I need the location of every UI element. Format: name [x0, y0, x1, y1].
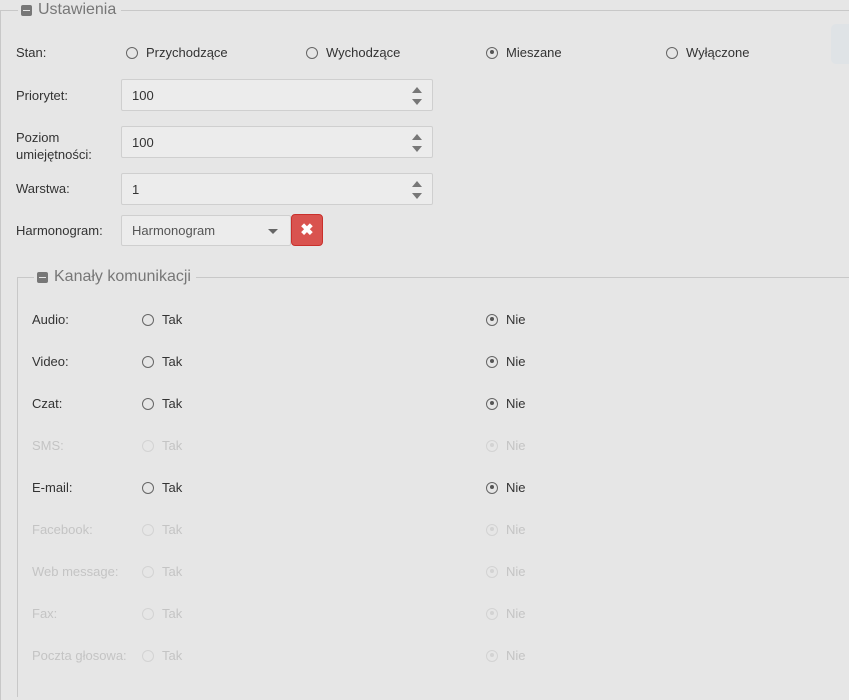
channel-czat-no[interactable]: Nie [486, 396, 526, 411]
channel-video-yes[interactable]: Tak [142, 354, 182, 369]
channel-web-message-yes[interactable]: Tak [142, 564, 182, 579]
channel-poczta-głosowa-no[interactable]: Nie [486, 648, 526, 663]
radio-icon[interactable] [142, 355, 154, 368]
radio-icon[interactable] [142, 439, 154, 452]
channel-facebook-no[interactable]: Nie [486, 522, 526, 537]
radio-icon[interactable] [142, 607, 154, 620]
times-icon: ✖ [300, 222, 314, 239]
radio-checked-icon[interactable] [486, 355, 498, 368]
spinner-icon[interactable] [412, 134, 422, 152]
channel-e-mail-yes[interactable]: Tak [142, 480, 182, 495]
radio-icon[interactable] [142, 523, 154, 536]
radio-checked-icon[interactable] [486, 607, 498, 620]
skill-label: Poziom umiejętności: [16, 130, 92, 162]
channel-label-facebook: Facebook: [32, 522, 93, 537]
channel-audio-yes[interactable]: Tak [142, 312, 182, 327]
state-option-mixed[interactable]: Mieszane [486, 45, 562, 60]
clear-schedule-button[interactable]: ✖ [291, 214, 323, 246]
radio-checked-icon[interactable] [486, 313, 498, 326]
radio-checked-icon[interactable] [486, 523, 498, 536]
channel-label-audio: Audio: [32, 312, 69, 327]
channel-sms-yes[interactable]: Tak [142, 438, 182, 453]
settings-legend-text: Ustawienia [38, 1, 117, 18]
layer-label: Warstwa: [16, 181, 70, 196]
radio-icon[interactable] [126, 46, 138, 59]
schedule-select[interactable]: Harmonogram [121, 215, 291, 246]
channel-label-sms: SMS: [32, 438, 64, 453]
channel-label-poczta-głosowa: Poczta głosowa: [32, 648, 127, 663]
radio-checked-icon[interactable] [486, 439, 498, 452]
channel-label-czat: Czat: [32, 396, 63, 411]
skill-level-input[interactable]: 100 [121, 126, 433, 158]
radio-icon[interactable] [142, 481, 154, 494]
radio-checked-icon[interactable] [486, 46, 498, 59]
radio-icon[interactable] [142, 649, 154, 662]
priority-input[interactable]: 100 [121, 79, 433, 111]
spinner-icon[interactable] [412, 181, 422, 199]
channel-czat-yes[interactable]: Tak [142, 396, 182, 411]
background-button [831, 24, 849, 64]
channels-legend[interactable]: Kanały komunikacji [34, 268, 196, 286]
channel-e-mail-no[interactable]: Nie [486, 480, 526, 495]
radio-icon[interactable] [142, 565, 154, 578]
channel-fax-yes[interactable]: Tak [142, 606, 182, 621]
channel-facebook-yes[interactable]: Tak [142, 522, 182, 537]
state-option-outgoing[interactable]: Wychodzące [306, 45, 400, 60]
channels-legend-text: Kanały komunikacji [54, 268, 191, 285]
channel-web-message-no[interactable]: Nie [486, 564, 526, 579]
channel-label-e-mail: E-mail: [32, 480, 73, 495]
layer-input[interactable]: 1 [121, 173, 433, 205]
collapse-icon[interactable] [21, 4, 32, 16]
settings-fieldset-border [0, 10, 849, 11]
channel-video-no[interactable]: Nie [486, 354, 526, 369]
collapse-icon[interactable] [37, 271, 48, 283]
state-option-incoming[interactable]: Przychodzące [126, 45, 228, 60]
schedule-label: Harmonogram: [16, 223, 103, 238]
priority-label: Priorytet: [16, 88, 69, 103]
channels-fieldset-border-left [17, 277, 18, 697]
chevron-down-icon [268, 229, 278, 234]
channel-audio-no[interactable]: Nie [486, 312, 526, 327]
channel-fax-no[interactable]: Nie [486, 606, 526, 621]
channel-sms-no[interactable]: Nie [486, 438, 526, 453]
radio-icon[interactable] [306, 46, 318, 59]
radio-icon[interactable] [666, 46, 678, 59]
radio-checked-icon[interactable] [486, 397, 498, 410]
channel-label-video: Video: [32, 354, 69, 369]
radio-icon[interactable] [142, 397, 154, 410]
spinner-icon[interactable] [412, 87, 422, 105]
radio-checked-icon[interactable] [486, 481, 498, 494]
radio-icon[interactable] [142, 313, 154, 326]
channel-poczta-głosowa-yes[interactable]: Tak [142, 648, 182, 663]
radio-checked-icon[interactable] [486, 565, 498, 578]
channel-label-fax: Fax: [32, 606, 58, 621]
state-label: Stan: [16, 45, 47, 60]
state-option-off[interactable]: Wyłączone [666, 45, 749, 60]
channel-label-web-message: Web message: [32, 564, 119, 579]
settings-legend[interactable]: Ustawienia [18, 1, 122, 19]
settings-fieldset-border-left [0, 10, 1, 700]
radio-checked-icon[interactable] [486, 649, 498, 662]
